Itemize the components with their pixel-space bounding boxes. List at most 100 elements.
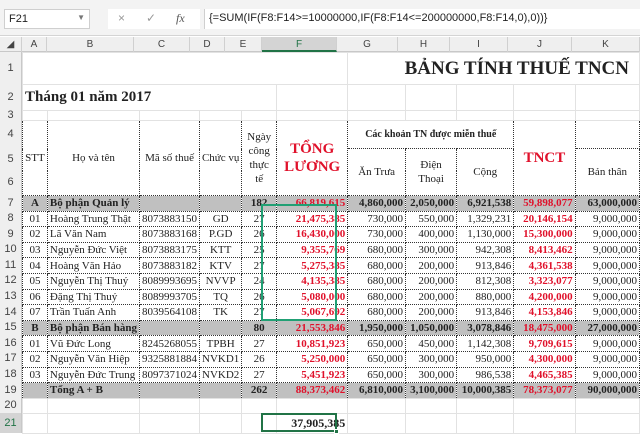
cell-k[interactable]: 9,000,000 [574, 288, 640, 306]
cell-f[interactable]: 10,851,923 [276, 335, 349, 352]
column-header-g[interactable]: G [337, 37, 398, 52]
row-header-6[interactable]: 6 [0, 170, 22, 195]
cell-g[interactable]: 650,000 [347, 335, 406, 352]
cell-e[interactable]: 262 [241, 382, 278, 399]
cell-a[interactable]: 06 [22, 288, 48, 306]
row-header-19[interactable]: 19 [0, 382, 22, 399]
cell-b[interactable]: Bộ phận Bán hàng [46, 319, 141, 337]
cell-i[interactable]: 6,921,538 [456, 195, 515, 212]
cell-b[interactable]: Nguyễn Đức Trung [46, 366, 141, 384]
cell-d[interactable]: NVKD1 [199, 350, 243, 368]
cell-b[interactable]: Nguyễn Đức Việt [46, 241, 141, 259]
cell-g[interactable]: 4,860,000 [347, 195, 406, 212]
cell-h[interactable]: 300,000 [404, 350, 458, 368]
cell-b[interactable]: Trần Tuấn Anh [46, 304, 141, 321]
cell-d[interactable] [199, 195, 243, 212]
cell-e[interactable]: 26 [241, 288, 278, 306]
row-header-3[interactable]: 3 [0, 110, 22, 121]
column-header-k[interactable]: K [572, 37, 640, 52]
cell-i[interactable]: 1,130,000 [456, 226, 515, 243]
cell-i[interactable]: 986,538 [456, 366, 515, 384]
row-header-4[interactable]: 4 [0, 120, 22, 148]
cell-g[interactable]: 650,000 [347, 366, 406, 384]
cell-j[interactable]: 4,465,385 [513, 366, 576, 384]
cell-c[interactable]: 8089993695 [139, 272, 201, 290]
cell-j[interactable]: 20,146,154 [513, 210, 576, 228]
cell-g[interactable]: 650,000 [347, 350, 406, 368]
column-header-c[interactable]: C [134, 37, 190, 52]
cell-h[interactable]: 200,000 [404, 304, 458, 321]
column-header-d[interactable]: D [190, 37, 225, 52]
cell-h[interactable]: 200,000 [404, 257, 458, 274]
cell-j[interactable]: 4,153,846 [513, 304, 576, 321]
cell-c[interactable]: 8073883168 [139, 226, 201, 243]
row-header-16[interactable]: 16 [0, 335, 22, 352]
cell-b[interactable]: Tổng A + B [46, 382, 141, 399]
row-header-12[interactable]: 12 [0, 273, 22, 289]
cell-i[interactable]: 1,329,231 [456, 210, 515, 228]
cell-h[interactable]: 550,000 [404, 210, 458, 228]
cell-k[interactable]: 9,000,000 [574, 272, 640, 290]
cell-i[interactable]: 10,000,385 [456, 382, 515, 399]
cell-e[interactable]: 27 [241, 366, 278, 384]
chevron-down-icon[interactable]: ▼ [77, 13, 85, 22]
cell-h[interactable]: 3,100,000 [404, 382, 458, 399]
cell-f[interactable]: 5,451,923 [276, 366, 349, 384]
cell-d[interactable] [199, 319, 243, 337]
cell-c[interactable]: 8073883175 [139, 241, 201, 259]
row-header-20[interactable]: 20 [0, 398, 22, 413]
cell-d[interactable]: NVKD2 [199, 366, 243, 384]
cell-b[interactable]: Đặng Thị Thuý [46, 288, 141, 306]
cell-g[interactable]: 6,810,000 [347, 382, 406, 399]
cell-f[interactable]: 88,373,462 [276, 382, 349, 399]
cell-f[interactable]: 5,275,385 [276, 257, 349, 274]
cell-i[interactable]: 950,000 [456, 350, 515, 368]
cell-j[interactable]: 4,300,000 [513, 350, 576, 368]
cell-a[interactable]: A [22, 195, 48, 212]
cell-j[interactable]: 78,373,077 [513, 382, 576, 399]
cell-c[interactable] [139, 382, 201, 399]
cell-d[interactable]: TPBH [199, 335, 243, 352]
cell-d[interactable]: P.GD [199, 226, 243, 243]
cell-a[interactable]: 03 [22, 366, 48, 384]
cell-f[interactable]: 5,080,000 [276, 288, 349, 306]
cell-a[interactable]: 07 [22, 304, 48, 321]
cell-b[interactable]: Hoàng Trung Thật [46, 210, 141, 228]
cell-c[interactable]: 9325881884 [139, 350, 201, 368]
cell-k[interactable]: 9,000,000 [574, 241, 640, 259]
cell-a[interactable]: B [22, 319, 48, 337]
cell-e[interactable]: 27 [241, 210, 278, 228]
fill-handle[interactable] [334, 429, 339, 434]
cell-b[interactable]: Nguyễn Thị Thuý [46, 272, 141, 290]
cell-b[interactable]: Nguyễn Văn Hiệp [46, 350, 141, 368]
row-header-10[interactable]: 10 [0, 242, 22, 258]
cell-h[interactable]: 200,000 [404, 272, 458, 290]
cell-c[interactable]: 8073883150 [139, 210, 201, 228]
cell-j[interactable]: 4,200,000 [513, 288, 576, 306]
select-all-corner[interactable]: ◢ [0, 37, 22, 52]
spreadsheet-grid[interactable]: BẢNG TÍNH THUẾ TNCN Tháng 01 năm 2017 ST… [21, 52, 640, 434]
cell-c[interactable]: 8073883182 [139, 257, 201, 274]
cell-b[interactable]: Lã Văn Nam [46, 226, 141, 243]
cell-g[interactable]: 680,000 [347, 241, 406, 259]
name-box[interactable]: F21 ▼ [4, 9, 90, 29]
row-header-5[interactable]: 5 [0, 148, 22, 170]
cell-i[interactable]: 942,308 [456, 241, 515, 259]
cell-f[interactable]: 5,067,692 [276, 304, 349, 321]
cell-h[interactable]: 400,000 [404, 226, 458, 243]
cell-a[interactable]: 02 [22, 350, 48, 368]
cell-e[interactable]: 80 [241, 319, 278, 337]
cell-a[interactable] [22, 382, 48, 399]
column-header-a[interactable]: A [22, 37, 47, 52]
cell-h[interactable]: 450,000 [404, 335, 458, 352]
cell-i[interactable]: 913,846 [456, 304, 515, 321]
cell-i[interactable]: 812,308 [456, 272, 515, 290]
cell-k[interactable]: 9,000,000 [574, 350, 640, 368]
cell-k[interactable]: 9,000,000 [574, 226, 640, 243]
cell-d[interactable]: KTV [199, 257, 243, 274]
cell-j[interactable]: 59,898,077 [513, 195, 576, 212]
cell-k[interactable]: 9,000,000 [574, 335, 640, 352]
cell-h[interactable]: 300,000 [404, 241, 458, 259]
cell-j[interactable]: 8,413,462 [513, 241, 576, 259]
cell-d[interactable]: KTT [199, 241, 243, 259]
